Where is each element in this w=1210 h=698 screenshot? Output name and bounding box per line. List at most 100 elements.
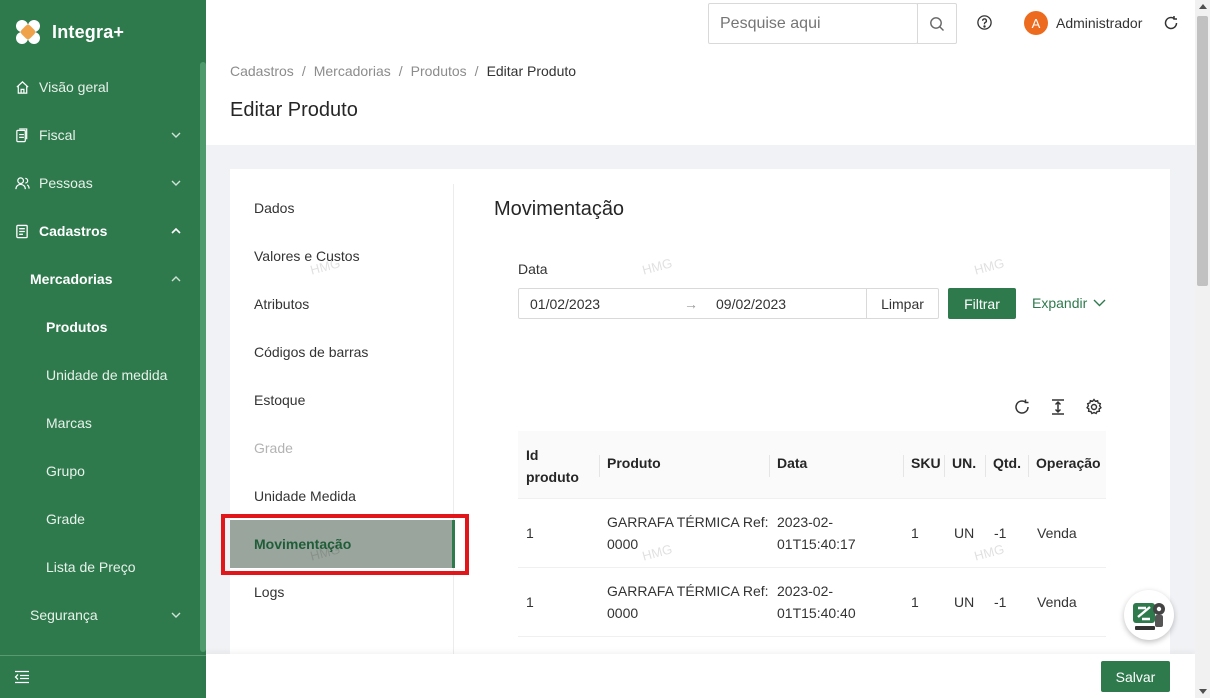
top-header: A Administrador (206, 0, 1195, 47)
selection-highlight (221, 514, 469, 575)
sidebar-item-lista-de-preco[interactable]: Lista de Preço (0, 543, 200, 591)
cell-un: UN (954, 525, 975, 541)
col-operacao[interactable]: Operação (1036, 455, 1101, 471)
cell-text: GARRAFA TÉRMICA Ref: (607, 583, 769, 599)
clipboard-icon (14, 127, 30, 143)
table-row[interactable]: 1 GARRAFA TÉRMICA Ref: 0000 2023-02- 01T… (518, 499, 1106, 568)
sidebar-item-grupo[interactable]: Grupo (0, 447, 200, 495)
help-icon[interactable] (976, 14, 993, 31)
logo-flower-icon (14, 18, 42, 46)
cell-text: 01T15:40:17 (777, 536, 856, 552)
home-icon (14, 79, 30, 95)
sidebar-scrollbar[interactable] (200, 62, 206, 652)
cell-text: 01T15:40:40 (777, 605, 856, 621)
expand-link[interactable]: Expandir (1032, 295, 1106, 311)
chevron-down-icon (1093, 299, 1106, 307)
sidebar-item-grade[interactable]: Grade (0, 495, 200, 543)
col-label: Id (526, 447, 539, 463)
scroll-down-icon[interactable] (1199, 689, 1207, 694)
chevron-down-icon (171, 612, 181, 618)
reload-icon[interactable] (1013, 398, 1031, 416)
table-header: Id produto Produto Data SKU UN. Qtd. Ope… (518, 431, 1106, 499)
cell-id: 1 (526, 594, 534, 610)
cell-sku: 1 (911, 594, 919, 610)
sidebar-item-label: Grade (46, 511, 85, 527)
col-produto[interactable]: Produto (607, 455, 661, 471)
search-icon (930, 16, 944, 31)
sidebar-item-fiscal[interactable]: Fiscal (0, 111, 200, 159)
tab-unidade-medida[interactable]: Unidade Medida (230, 472, 453, 520)
cell-data: 2023-02- 01T15:40:40 (777, 580, 856, 624)
chevron-up-icon (171, 276, 181, 282)
filter-button[interactable]: Filtrar (948, 288, 1016, 319)
table-row[interactable]: 1 GARRAFA TÉRMICA Ref: 0000 2023-02- 01T… (518, 568, 1106, 637)
col-qtd[interactable]: Qtd. (993, 455, 1021, 471)
cell-sku: 1 (911, 525, 919, 541)
avatar: A (1024, 11, 1048, 35)
sidebar-collapse-button[interactable] (0, 655, 206, 698)
sidebar-item-label: Lista de Preço (46, 559, 136, 575)
assistant-fab[interactable] (1124, 590, 1174, 640)
tab-logs[interactable]: Logs (230, 568, 453, 616)
col-data[interactable]: Data (777, 455, 807, 471)
scroll-thumb[interactable] (1197, 16, 1208, 286)
sidebar-item-produtos[interactable]: Produtos (0, 303, 200, 351)
movement-table: Id produto Produto Data SKU UN. Qtd. Ope… (518, 431, 1106, 637)
tab-codigos-de-barras[interactable]: Códigos de barras (230, 328, 453, 376)
refresh-icon[interactable] (1163, 15, 1179, 31)
breadcrumb-cadastros[interactable]: Cadastros (230, 63, 294, 79)
cell-text: 0000 (607, 536, 639, 552)
sidebar-item-visao-geral[interactable]: Visão geral (0, 63, 200, 111)
product-tabs: Dados Valores e Custos Atributos Códigos… (230, 184, 455, 654)
density-icon[interactable] (1049, 398, 1067, 416)
breadcrumb-mercadorias[interactable]: Mercadorias (314, 63, 391, 79)
col-label: produto (526, 469, 579, 485)
tab-grade: Grade (254, 440, 293, 456)
sidebar-item-cadastros[interactable]: Cadastros (0, 207, 200, 255)
save-button[interactable]: Salvar (1101, 661, 1170, 692)
chevron-up-icon (171, 227, 181, 234)
tab-dados[interactable]: Dados (230, 184, 453, 232)
sidebar-item-label: Segurança (30, 607, 98, 623)
sidebar-item-seguranca[interactable]: Segurança (0, 591, 200, 639)
col-sku[interactable]: SKU (911, 455, 941, 471)
chevron-down-icon (171, 180, 181, 186)
settings-gear-icon[interactable] (1085, 398, 1103, 416)
tab-valores-e-custos[interactable]: Valores e Custos (230, 232, 453, 280)
sidebar: Integra+ Visão geral Fiscal Pessoas Cada… (0, 0, 206, 698)
section-title: Movimentação (494, 198, 625, 220)
page-title: Editar Produto (230, 99, 358, 121)
clear-button[interactable]: Limpar (866, 288, 939, 319)
chevron-down-icon (171, 132, 181, 138)
cell-text: 2023-02- (777, 514, 834, 530)
sidebar-item-label: Fiscal (39, 127, 76, 143)
sidebar-item-mercadorias[interactable]: Mercadorias (0, 255, 200, 303)
app-logo[interactable]: Integra+ (14, 14, 124, 50)
user-name: Administrador (1056, 15, 1143, 31)
col-un[interactable]: UN. (952, 455, 976, 471)
sidebar-item-unidade-de-medida[interactable]: Unidade de medida (0, 351, 200, 399)
cell-text: GARRAFA TÉRMICA Ref: (607, 514, 769, 530)
page-header: Cadastros / Mercadorias / Produtos / Edi… (206, 47, 1195, 145)
tab-atributos[interactable]: Atributos (230, 280, 453, 328)
breadcrumb-produtos[interactable]: Produtos (411, 63, 467, 79)
search-button[interactable] (917, 3, 957, 44)
user-menu[interactable]: A Administrador (1024, 11, 1142, 35)
cell-produto: GARRAFA TÉRMICA Ref: 0000 (607, 511, 769, 555)
col-id-produto[interactable]: Id produto (526, 444, 579, 488)
app-name: Integra+ (52, 21, 125, 42)
date-start[interactable]: 01/02/2023 (530, 296, 684, 312)
page-scrollbar[interactable] (1195, 0, 1210, 698)
sidebar-item-pessoas[interactable]: Pessoas (0, 159, 200, 207)
sidebar-item-marcas[interactable]: Marcas (0, 399, 200, 447)
date-range-picker[interactable]: 01/02/2023 → 09/02/2023 (518, 288, 867, 319)
search-input[interactable] (708, 3, 918, 44)
cell-qtd: -1 (994, 594, 1007, 610)
date-label: Data (518, 261, 548, 277)
cell-id: 1 (526, 525, 534, 541)
date-end[interactable]: 09/02/2023 (716, 296, 786, 312)
scroll-up-icon[interactable] (1199, 4, 1207, 9)
breadcrumb-current: Editar Produto (486, 63, 577, 79)
sidebar-item-label: Mercadorias (30, 271, 113, 287)
tab-estoque[interactable]: Estoque (230, 376, 453, 424)
